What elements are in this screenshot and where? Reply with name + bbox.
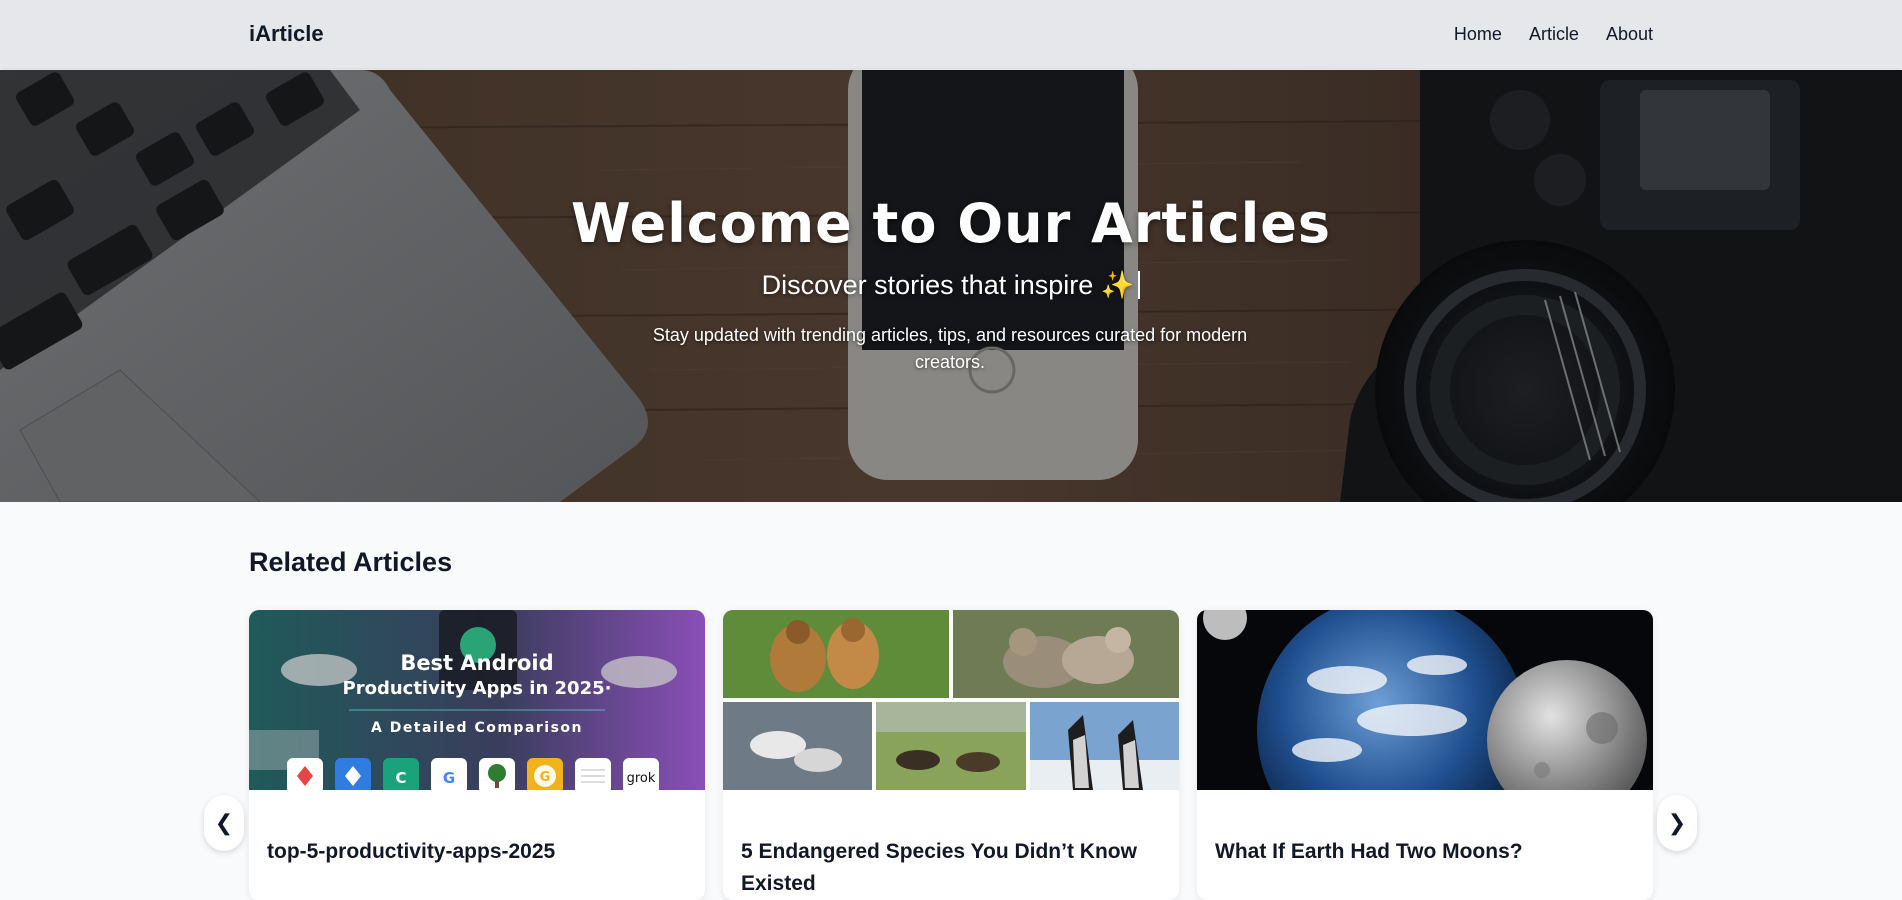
carousel-prev-button[interactable]: ❮ [204, 795, 244, 851]
article-card[interactable]: What If Earth Had Two Moons? [1197, 610, 1653, 900]
hero-subtitle-text: Discover stories that inspire ✨ [761, 270, 1135, 300]
svg-text:C: C [395, 769, 406, 787]
nav-link-home[interactable]: Home [1454, 24, 1502, 45]
svg-text:grok: grok [627, 771, 656, 786]
thumb-line-3: A Detailed Comparison [371, 720, 583, 736]
article-card-title[interactable]: top-5-productivity-apps-2025 [267, 836, 687, 868]
top-navbar: iArticle Home Article About [0, 0, 1902, 68]
two-moons-thumbnail [1197, 610, 1653, 790]
thumb-line-1: Best Android [400, 651, 553, 675]
hero-content: Welcome to Our Articles Discover stories… [0, 70, 1902, 502]
article-card-image [723, 610, 1179, 790]
hero-description: Stay updated with trending articles, tip… [652, 325, 1248, 372]
hero-subtitle: Discover stories that inspire ✨ [0, 269, 1902, 301]
svg-text:G: G [443, 769, 455, 787]
nav-links: Home Article About [1454, 24, 1653, 45]
related-articles-heading: Related Articles [249, 547, 453, 577]
hero-banner: Welcome to Our Articles Discover stories… [0, 70, 1902, 502]
thumb-line-2: Productivity Apps in 2025· [343, 678, 612, 699]
svg-text:G: G [540, 770, 551, 785]
article-card[interactable]: 5 Endangered Species You Didn’t Know Exi… [723, 610, 1179, 900]
article-card-title[interactable]: What If Earth Had Two Moons? [1215, 836, 1635, 868]
productivity-apps-thumbnail: Best Android Productivity Apps in 2025· … [249, 610, 705, 790]
brand-logo[interactable]: iArticle [249, 21, 324, 47]
endangered-species-thumbnail [723, 610, 1179, 790]
hero-title: Welcome to Our Articles [570, 192, 1332, 255]
article-card[interactable]: Best Android Productivity Apps in 2025· … [249, 610, 705, 900]
carousel-next-button[interactable]: ❯ [1657, 795, 1697, 851]
navbar-inner: iArticle Home Article About [249, 0, 1653, 68]
nav-link-about[interactable]: About [1606, 24, 1653, 45]
nav-link-article[interactable]: Article [1529, 24, 1579, 45]
article-card-title[interactable]: 5 Endangered Species You Didn’t Know Exi… [741, 836, 1161, 900]
article-card-image: Best Android Productivity Apps in 2025· … [249, 610, 705, 790]
article-card-image [1197, 610, 1653, 790]
typing-cursor [1138, 271, 1141, 299]
related-articles-carousel: Best Android Productivity Apps in 2025· … [249, 610, 1653, 900]
